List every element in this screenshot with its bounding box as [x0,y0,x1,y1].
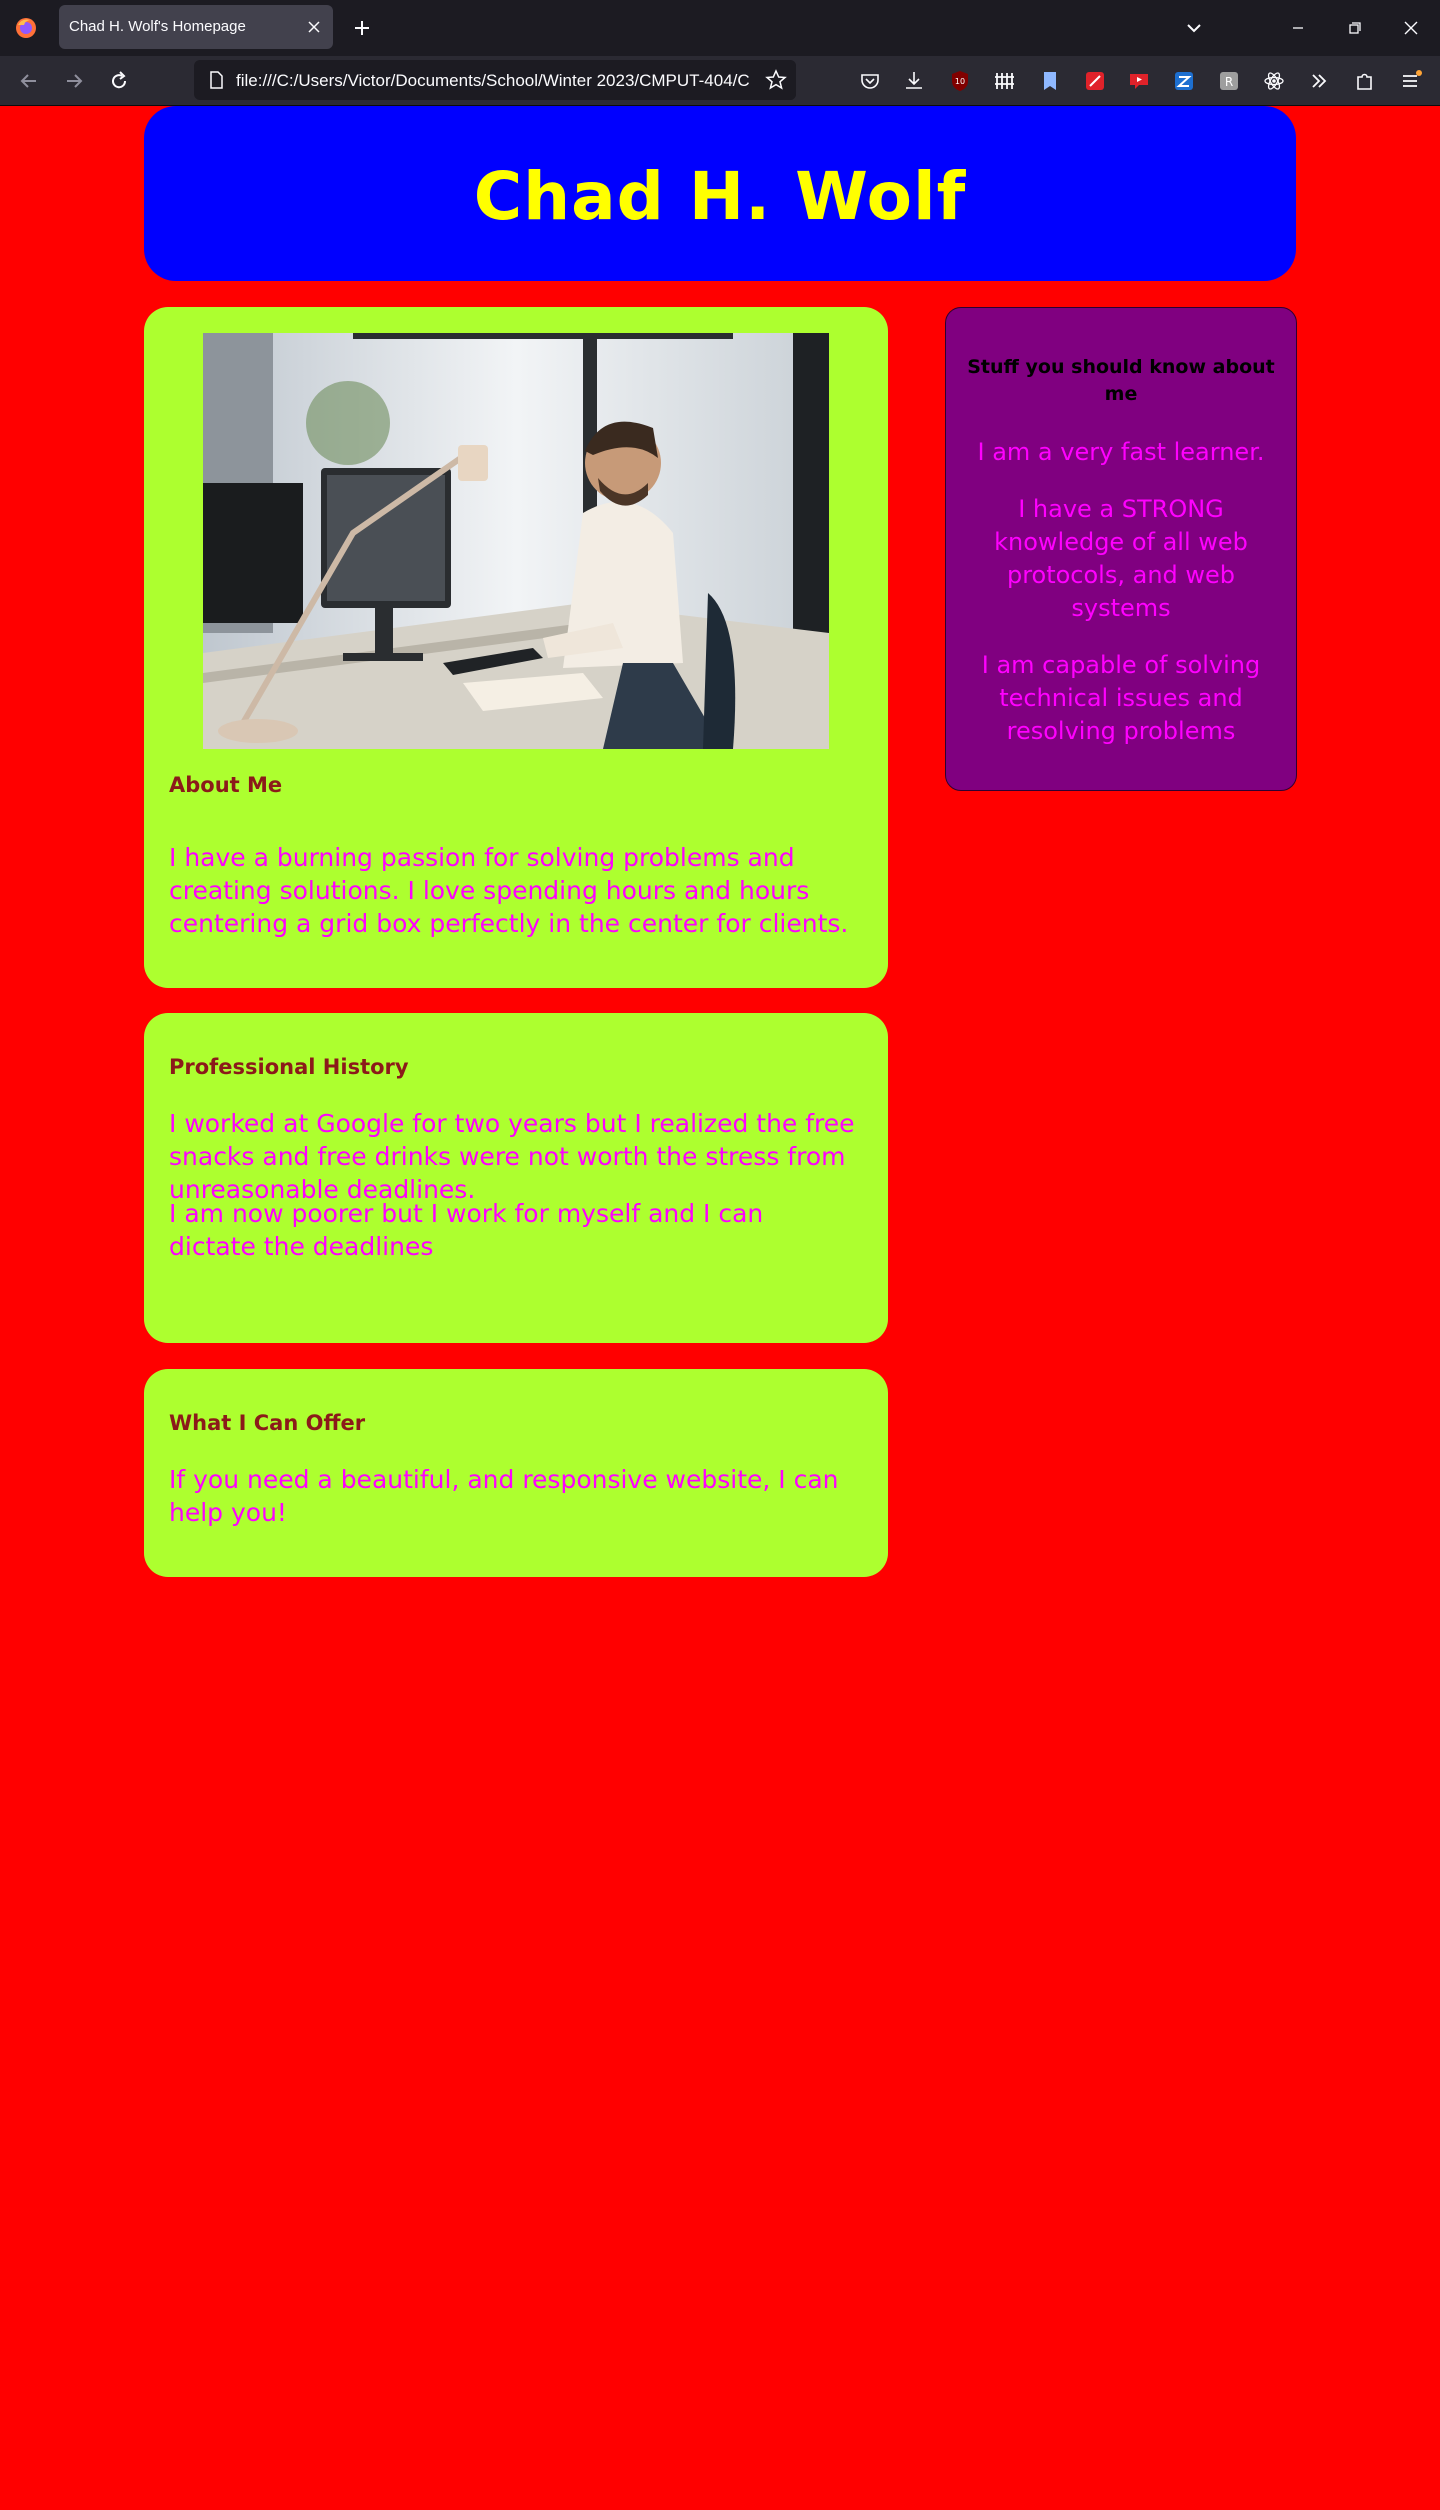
youtube-icon[interactable] [1126,68,1152,94]
page-icon [210,71,223,89]
office-photo-illustration [203,333,829,749]
offer-card: What I Can Offer If you need a beautiful… [144,1369,888,1577]
offer-text: If you need a beautiful, and responsive … [169,1465,839,1527]
history-heading: Professional History [169,1055,409,1079]
forward-arrow-icon[interactable] [61,68,87,94]
sidebar-fact-3: I am capable of solving technical issues… [981,651,1261,745]
tab-title: Chad H. Wolf's Homepage [69,18,246,35]
minimize-window-icon[interactable] [1286,16,1310,40]
list-all-tabs-chevron-down-icon[interactable] [1182,16,1206,40]
url-text[interactable]: file:///C:/Users/Victor/Documents/School… [236,71,796,91]
history-card: Professional History I worked at Google … [144,1013,888,1343]
redirector-icon[interactable] [1082,68,1108,94]
react-devtools-icon[interactable] [1261,68,1287,94]
ublock-icon[interactable]: 10 [947,68,973,94]
history-paragraph-1: I worked at Google for two years but I r… [169,1109,855,1204]
browser-tab-bar: Chad H. Wolf's Homepage [0,0,1440,56]
reload-icon[interactable] [106,68,132,94]
offer-heading: What I Can Offer [169,1411,366,1435]
about-text: I have a burning passion for solving pro… [169,843,849,938]
restore-window-icon[interactable] [1343,16,1367,40]
site-header: Chad H. Wolf [144,106,1296,281]
about-heading: About Me [169,773,283,797]
browser-tab-active[interactable]: Chad H. Wolf's Homepage [59,5,333,49]
site-title: Chad H. Wolf [473,158,967,235]
sidebar-fact-1: I am a very fast learner. [977,438,1265,466]
svg-text:R: R [1225,75,1233,89]
history-paragraph-2: I am now poorer but I work for myself an… [169,1199,764,1261]
svg-text:10: 10 [955,77,965,86]
sidebar-title: Stuff you should know about me [967,356,1275,405]
browser-nav-bar: file:///C:/Users/Victor/Documents/School… [0,56,1440,106]
new-tab-icon[interactable] [350,16,374,40]
overflow-chevrons-icon[interactable] [1306,68,1332,94]
extensions-icon[interactable] [1352,68,1378,94]
zotero-icon[interactable] [1171,68,1197,94]
close-tab-icon[interactable] [305,18,323,36]
firefox-icon[interactable] [14,16,38,40]
about-me-sidebar: Stuff you should know about me I am a ve… [945,307,1297,791]
url-bar[interactable]: file:///C:/Users/Victor/Documents/School… [194,60,796,100]
about-card: About Me I have a burning passion for so… [144,307,888,988]
profile-photo [203,333,829,749]
download-icon[interactable] [901,68,927,94]
app-menu-icon[interactable] [1398,68,1424,94]
bookmark-icon[interactable] [1037,68,1063,94]
bookmark-star-icon[interactable] [764,68,788,92]
sidebar-fact-2: I have a STRONG knowledge of all web pro… [994,495,1248,622]
back-arrow-icon[interactable] [16,68,42,94]
close-window-icon[interactable] [1399,16,1423,40]
translate-icon[interactable]: R [1216,68,1242,94]
pocket-icon[interactable] [857,68,883,94]
bitwarden-icon[interactable] [992,68,1018,94]
